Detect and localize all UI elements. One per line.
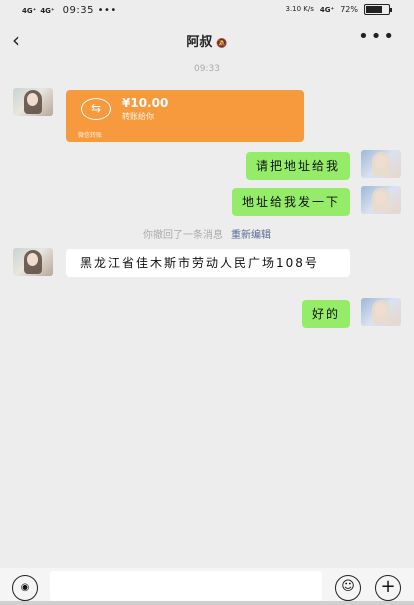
contact-avatar[interactable] <box>13 248 53 276</box>
my-avatar[interactable] <box>361 298 401 326</box>
recall-notice: 你撤回了一条消息 重新编辑 <box>0 226 414 241</box>
mute-icon: 🔕 <box>216 39 228 49</box>
input-bar: ◉ ☺ + <box>0 568 414 605</box>
signal-icon: 4G⁺ <box>319 5 335 14</box>
transfer-card[interactable]: ⇆ ¥10.00 转账给你 微信转账 <box>66 90 304 142</box>
signal-icon: 4G⁺ <box>22 6 37 15</box>
status-bar: 4G⁺ 4G⁺ 09:35 ••• 3.10 K/s 4G⁺ 72% <box>0 0 414 22</box>
status-time: 09:35 ••• <box>62 5 117 16</box>
home-indicator <box>0 601 414 605</box>
message-bubble[interactable]: 请把地址给我 <box>245 152 350 180</box>
transfer-description: 转账给你 <box>122 112 154 121</box>
plus-icon[interactable]: + <box>375 575 401 601</box>
battery-percent: 72% <box>340 5 358 14</box>
battery-fill <box>366 6 382 13</box>
message-timestamp: 09:33 <box>194 64 220 74</box>
my-avatar[interactable] <box>361 186 401 214</box>
reedit-link[interactable]: 重新编辑 <box>231 230 271 241</box>
chat-title: 阿叔 🔕 <box>0 31 414 50</box>
message-bubble[interactable]: 地址给我发一下 <box>231 188 350 216</box>
voice-icon[interactable]: ◉ <box>12 575 38 601</box>
transfer-footer: 微信转账 <box>78 132 103 139</box>
transfer-icon: ⇆ <box>81 98 111 120</box>
message-bubble[interactable]: 好的 <box>301 300 350 328</box>
contact-avatar[interactable] <box>13 88 53 116</box>
battery-icon <box>364 4 392 15</box>
recall-text: 你撤回了一条消息 <box>143 230 223 241</box>
my-avatar[interactable] <box>361 150 401 178</box>
emoji-icon[interactable]: ☺ <box>335 575 361 601</box>
network-speed: 3.10 K/s <box>285 5 314 13</box>
contact-name: 阿叔 <box>186 35 213 50</box>
status-left: 4G⁺ 4G⁺ 09:35 ••• <box>22 5 117 16</box>
message-bubble[interactable]: 黑龙江省佳木斯市劳动人民广场108号 <box>66 249 350 277</box>
chat-header: ‹ 阿叔 🔕 ••• <box>0 22 414 58</box>
more-icon[interactable]: ••• <box>358 26 396 47</box>
status-right: 3.10 K/s 4G⁺ 72% <box>285 4 392 15</box>
signal-icon: 4G⁺ <box>40 6 55 15</box>
transfer-amount: ¥10.00 <box>122 96 169 110</box>
message-input[interactable] <box>50 571 322 601</box>
